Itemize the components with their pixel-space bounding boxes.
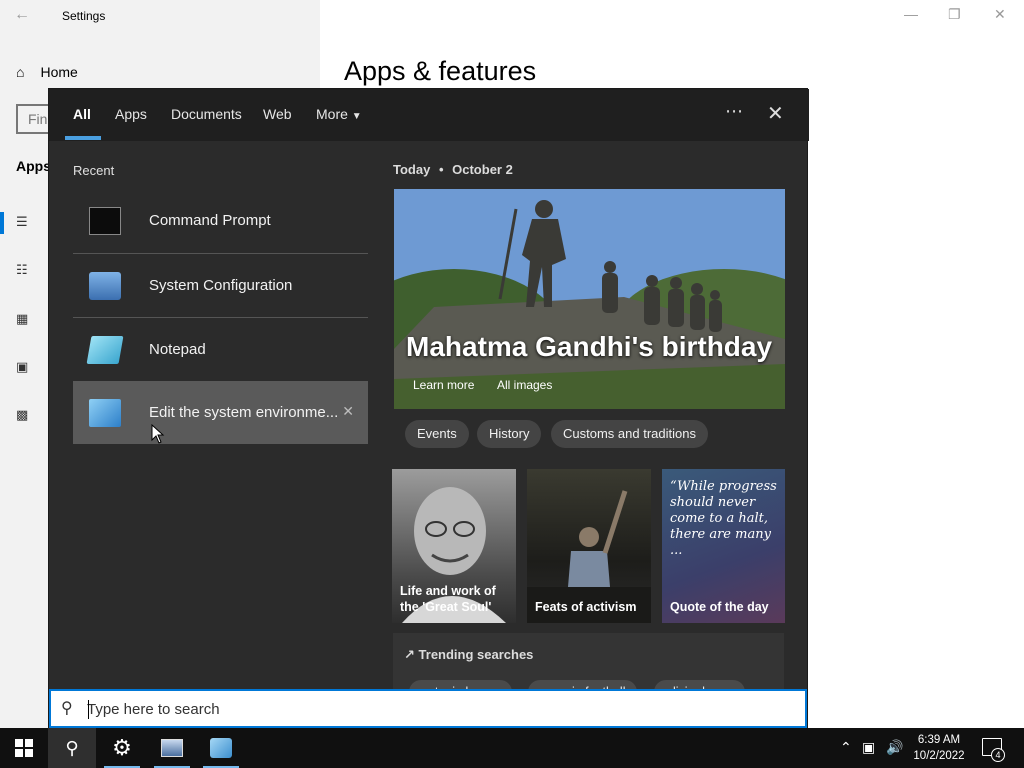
system-configuration-taskbar-button[interactable] [148,728,196,768]
today-separator: • [438,162,444,177]
search-taskbar-button[interactable]: ⚲ [48,728,96,768]
close-icon[interactable]: ✕ [767,101,784,126]
chip-customs-traditions[interactable]: Customs and traditions [551,420,708,448]
selected-nav-indicator [0,212,4,234]
clock-date: 10/2/2022 [913,750,965,762]
default-apps-icon[interactable]: ☷ [16,262,32,277]
recent-heading: Recent [73,163,115,178]
quote-text: “While progress should never come to a h… [670,479,777,558]
tab-documents[interactable]: Documents [171,106,242,122]
search-input[interactable] [87,697,787,721]
recent-item-notepad[interactable]: Notepad [73,318,368,381]
trending-icon: ↗ [404,647,415,662]
recent-item-label: Command Prompt [149,212,271,229]
tab-all[interactable]: All [73,106,91,122]
flyout-tab-bar: All Apps Documents Web More ▼ ⋯ ✕ [49,89,809,141]
video-playback-icon[interactable]: ▩ [16,407,32,422]
card-caption: Quote of the day [670,600,769,614]
apps-features-icon[interactable]: ☰ [16,214,32,229]
restore-icon[interactable]: ❐ [948,6,961,23]
ellipsis-icon[interactable]: ⋯ [725,101,744,122]
card-caption: Feats of activism [535,600,637,614]
gear-icon: ⚙ [112,735,132,760]
page-title: Apps & features [344,56,537,86]
home-label: Home [40,64,78,80]
system-configuration-icon [89,271,121,300]
home-icon: ⌂ [16,64,25,80]
control-panel-icon [210,738,232,758]
home-nav-item[interactable]: ⌂ Home [16,64,78,80]
clock-time: 6:39 AM [917,734,961,746]
trending-title: ↗ Trending searches [404,647,533,663]
close-window-icon[interactable]: ✕ [994,6,1006,23]
chip-history[interactable]: History [477,420,542,448]
notification-count-badge: 4 [991,748,1005,762]
remove-icon[interactable]: ✕ [342,403,354,420]
mouse-cursor-icon [151,424,165,444]
today-header: Today • October 2 [393,162,513,177]
minimize-icon[interactable]: — [904,6,918,22]
volume-icon[interactable]: 🔊 [886,739,903,756]
recent-item-system-configuration[interactable]: System Configuration [73,254,368,317]
today-label: Today [393,162,431,177]
recent-item-label: Notepad [149,341,206,358]
search-flyout: All Apps Documents Web More ▼ ⋯ ✕ Recent… [48,88,809,733]
command-prompt-icon [89,206,121,235]
recent-item-command-prompt[interactable]: Command Prompt [73,189,368,252]
recent-item-edit-environment[interactable]: Edit the system environme... ✕ [73,381,368,444]
offline-maps-icon[interactable]: ▦ [16,311,32,326]
tab-more[interactable]: More ▼ [316,106,362,122]
start-button[interactable] [0,728,48,768]
environment-variables-icon [89,398,121,427]
card-life-and-work[interactable]: Life and work of the 'Great Soul' [392,469,516,623]
settings-window-title: Settings [62,9,106,23]
taskbar-search-box[interactable]: ⚲ [49,689,807,728]
notepad-icon [86,335,124,364]
search-icon: ⚲ [61,700,73,717]
hero-card[interactable]: Mahatma Gandhi's birthday Learn more All… [394,189,785,409]
tab-more-label: More [316,106,348,122]
tab-apps[interactable]: Apps [115,106,147,122]
back-arrow-icon[interactable]: ← [14,6,30,24]
hero-title[interactable]: Mahatma Gandhi's birthday [406,331,772,363]
show-hidden-icons-icon[interactable]: ⌃ [840,739,852,756]
recent-item-label: System Configuration [149,277,293,294]
all-images-link[interactable]: All images [497,378,552,392]
text-caret [88,700,89,719]
hero-image [394,189,785,409]
windows-logo-icon [15,739,33,757]
taskbar-clock[interactable]: 6:39 AM 10/2/2022 [912,732,966,764]
card-quote-of-the-day[interactable]: “While progress should never come to a h… [662,469,785,623]
system-configuration-icon [161,739,183,757]
chip-events[interactable]: Events [405,420,469,448]
tab-web[interactable]: Web [263,106,292,122]
trending-label: Trending searches [418,647,534,662]
today-date: October 2 [452,162,513,177]
control-panel-taskbar-button[interactable] [197,728,245,768]
card-caption: Life and work of the 'Great Soul' [400,584,496,614]
apps-section-label: Apps [16,158,51,174]
settings-taskbar-button[interactable]: ⚙ [98,728,146,768]
chevron-down-icon: ▼ [351,111,362,122]
learn-more-link[interactable]: Learn more [413,378,474,392]
network-icon[interactable]: ▣ [862,739,875,756]
apps-for-websites-icon[interactable]: ▣ [16,359,32,374]
taskbar: ⚲ ⚙ ⌃ ▣ 🔊 6:39 AM 10/2/2022 4 [0,728,1024,768]
recent-item-label: Edit the system environme... [149,404,339,421]
card-feats-of-activism[interactable]: Feats of activism [527,469,651,623]
search-icon: ⚲ [65,737,79,758]
active-tab-indicator [65,136,101,140]
